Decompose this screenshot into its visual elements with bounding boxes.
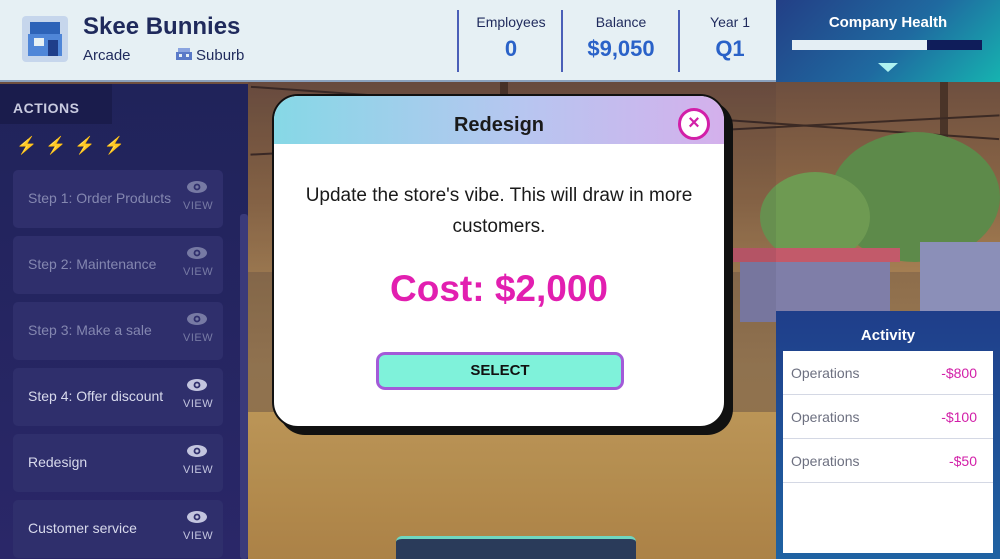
action-item-label: Step 3: Make a sale [28, 322, 152, 338]
action-item[interactable]: Step 3: Make a sale VIEW [13, 302, 223, 360]
action-item-label: Step 4: Offer discount [28, 388, 164, 404]
activity-row: Operations -$100 [783, 395, 993, 439]
activity-amount: -$800 [941, 364, 977, 381]
employees-stat: Employees 0 [462, 0, 560, 82]
redesign-modal: Redesign × Update the store's vibe. This… [272, 94, 726, 428]
bottom-console-decoration [396, 536, 636, 559]
quarter-value: Q1 [715, 36, 745, 61]
eye-icon[interactable] [186, 180, 208, 194]
actions-title: ACTIONS [13, 100, 80, 116]
company-health-fill [792, 40, 927, 50]
company-health-label: Company Health [828, 14, 948, 31]
activity-category: Operations [791, 408, 860, 425]
year-label: Year 1 [710, 14, 750, 30]
action-item[interactable]: Step 4: Offer discount VIEW [13, 368, 223, 426]
eye-icon[interactable] [186, 246, 208, 260]
store-type: Arcade [83, 47, 131, 64]
divider [561, 10, 563, 72]
view-link[interactable]: VIEW [183, 332, 213, 344]
arcade-store-icon [22, 16, 68, 62]
action-item-label: Customer service [28, 520, 137, 536]
activity-category: Operations [791, 452, 860, 469]
sidebar-scrollbar[interactable] [240, 214, 248, 559]
eye-icon[interactable] [186, 510, 208, 524]
activity-amount: -$50 [948, 452, 977, 469]
lightning-bolt-icon: ⚡ [74, 136, 96, 155]
eye-icon[interactable] [186, 312, 208, 326]
activity-title: Activity [860, 327, 916, 344]
action-item[interactable]: Step 1: Order Products VIEW [13, 170, 223, 228]
eye-icon[interactable] [186, 378, 208, 392]
activity-category: Operations [791, 364, 860, 381]
balance-label: Balance [595, 14, 647, 30]
modal-title: Redesign [453, 114, 545, 136]
action-item[interactable]: Redesign VIEW [13, 434, 223, 492]
lightning-bolt-icon: ⚡ [16, 136, 38, 155]
energy-meter: ⚡ ⚡ ⚡ ⚡ [16, 137, 125, 154]
modal-cost: Cost: $2,000 [390, 268, 608, 309]
company-health-bar [792, 40, 982, 50]
balance-value: $9,050 [587, 36, 655, 61]
activity-amount: -$100 [941, 408, 977, 425]
action-item[interactable]: Step 2: Maintenance VIEW [13, 236, 223, 294]
view-link[interactable]: VIEW [183, 464, 213, 476]
action-item-label: Step 2: Maintenance [28, 256, 157, 272]
eye-icon[interactable] [186, 444, 208, 458]
employees-label: Employees [476, 14, 546, 30]
actions-sidebar: ACTIONS ⚡ ⚡ ⚡ ⚡ Step 1: Order Products VIEW S… [0, 84, 248, 559]
action-item-label: Step 1: Order Products [28, 190, 172, 206]
actions-list: Step 1: Order Products VIEW Step 2: Mainte… [13, 170, 225, 559]
top-bar: Skee Bunnies Arcade Suburb Employees 0 B… [0, 0, 1000, 82]
view-link[interactable]: VIEW [183, 266, 213, 278]
select-button[interactable]: SELECT [376, 352, 624, 390]
activity-panel: Activity Operations -$800 Operations -$100 O… [776, 311, 1000, 559]
close-icon[interactable]: × [678, 108, 710, 140]
employees-value: 0 [504, 36, 518, 61]
view-link[interactable]: VIEW [183, 530, 213, 542]
lightning-bolt-icon: ⚡ [45, 136, 67, 155]
action-item-label: Redesign [28, 454, 88, 470]
activity-row: Operations -$50 [783, 439, 993, 483]
modal-description: Update the store's vibe. This will draw … [305, 185, 693, 237]
store-name: Skee Bunnies [83, 13, 241, 40]
view-link[interactable]: VIEW [183, 200, 213, 212]
divider [457, 10, 459, 72]
action-item[interactable]: Customer service VIEW [13, 500, 223, 558]
divider [678, 10, 680, 72]
company-health-panel[interactable]: Company Health [776, 0, 1000, 82]
neighborhood-icon [176, 48, 192, 60]
lightning-bolt-icon: ⚡ [103, 136, 125, 155]
expand-arrow-icon[interactable] [878, 63, 898, 72]
view-link[interactable]: VIEW [183, 398, 213, 410]
balance-stat: Balance $9,050 [566, 0, 676, 82]
activity-list: Operations -$800 Operations -$100 Operations… [783, 351, 993, 553]
store-location: Suburb [196, 47, 245, 64]
activity-row: Operations -$800 [783, 351, 993, 395]
period-stat: Year 1 Q1 [683, 0, 777, 82]
